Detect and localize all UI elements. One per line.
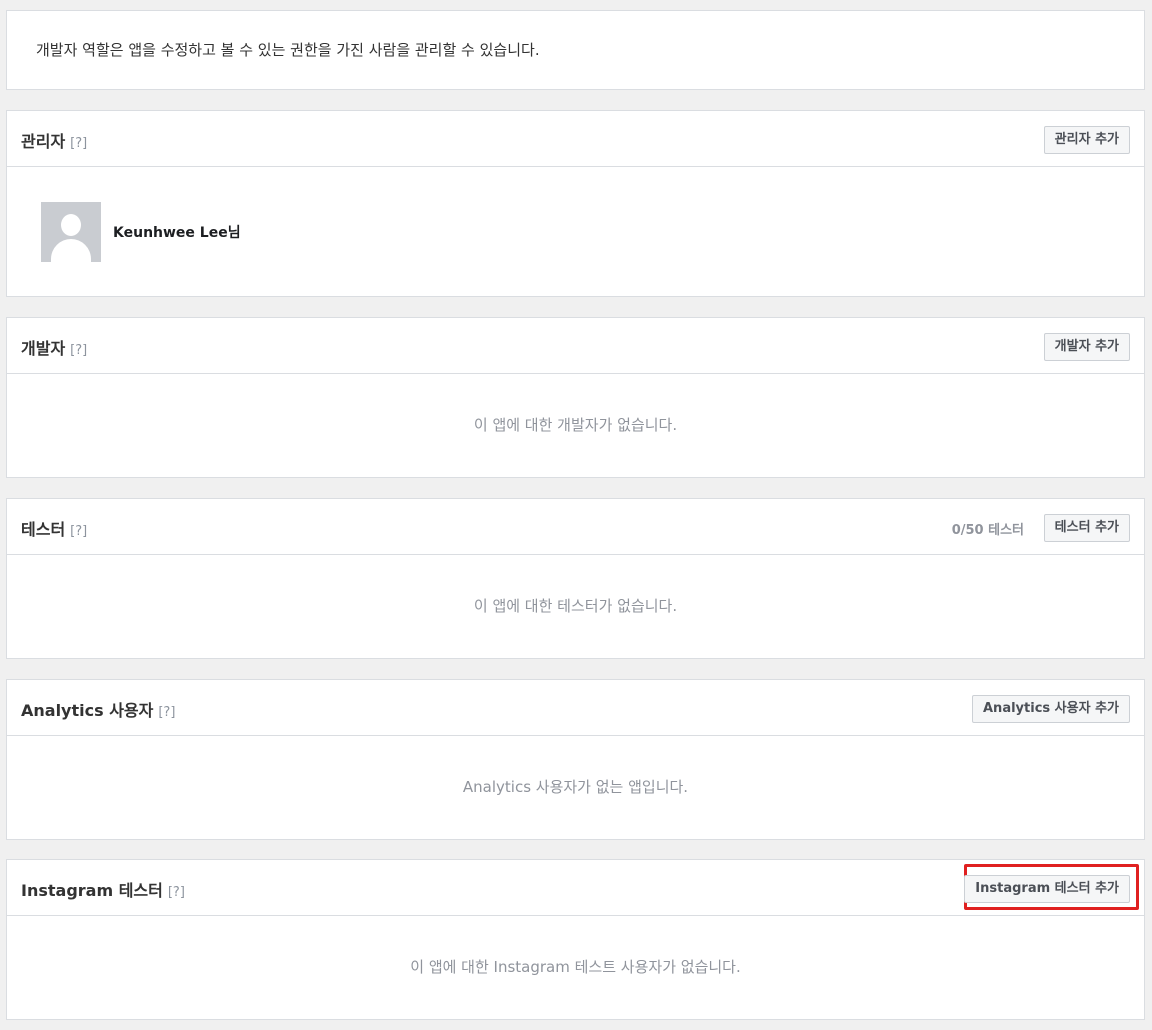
testers-help-link[interactable]: [?]	[70, 524, 87, 539]
intro-text: 개발자 역할은 앱을 수정하고 볼 수 있는 권한을 가진 사람을 관리할 수 …	[36, 41, 540, 59]
add-tester-button[interactable]: 테스터 추가	[1043, 514, 1130, 542]
instagram-testers-title: Instagram 테스터	[21, 881, 163, 900]
instagram-testers-header: Instagram 테스터 [?] Instagram 테스터 추가	[7, 860, 1144, 916]
admins-help-link[interactable]: [?]	[70, 136, 87, 151]
developers-empty-text: 이 앱에 대한 개발자가 없습니다.	[473, 416, 678, 434]
add-developer-button[interactable]: 개발자 추가	[1043, 333, 1130, 361]
instagram-testers-empty-text: 이 앱에 대한 Instagram 테스트 사용자가 없습니다.	[410, 958, 741, 976]
admins-header: 관리자 [?] 관리자 추가	[7, 111, 1144, 167]
add-analytics-user-button[interactable]: Analytics 사용자 추가	[972, 695, 1130, 723]
testers-header: 테스터 [?] 0/50 테스터 테스터 추가	[7, 499, 1144, 555]
testers-title: 테스터	[21, 520, 66, 539]
analytics-users-empty-text: Analytics 사용자가 없는 앱입니다.	[462, 778, 689, 796]
analytics-users-title: Analytics 사용자	[21, 701, 154, 720]
developers-help-link[interactable]: [?]	[70, 343, 87, 358]
instagram-testers-section: Instagram 테스터 [?] Instagram 테스터 추가 이 앱에 대…	[6, 859, 1145, 1020]
analytics-users-section: Analytics 사용자 [?] Analytics 사용자 추가 Analyt…	[6, 679, 1145, 840]
member-name[interactable]: Keunhwee Lee님	[113, 222, 241, 242]
developers-title: 개발자	[21, 339, 66, 358]
testers-empty-text: 이 앱에 대한 테스터가 없습니다.	[473, 597, 678, 615]
intro-panel: 개발자 역할은 앱을 수정하고 볼 수 있는 권한을 가진 사람을 관리할 수 …	[6, 10, 1145, 90]
add-instagram-tester-button[interactable]: Instagram 테스터 추가	[964, 875, 1130, 903]
analytics-users-help-link[interactable]: [?]	[158, 705, 175, 720]
avatar[interactable]	[41, 202, 101, 262]
member-item[interactable]: Keunhwee Lee님	[41, 202, 241, 262]
testers-section: 테스터 [?] 0/50 테스터 테스터 추가 이 앱에 대한 테스터가 없습니다…	[6, 498, 1145, 659]
developers-header: 개발자 [?] 개발자 추가	[7, 318, 1144, 374]
admins-body: Keunhwee Lee님	[7, 167, 1144, 296]
avatar-placeholder-icon	[61, 214, 81, 236]
admins-title: 관리자	[21, 132, 66, 151]
developers-section: 개발자 [?] 개발자 추가 이 앱에 대한 개발자가 없습니다.	[6, 317, 1145, 478]
analytics-users-header: Analytics 사용자 [?] Analytics 사용자 추가	[7, 680, 1144, 736]
instagram-testers-help-link[interactable]: [?]	[168, 885, 185, 900]
add-admin-button[interactable]: 관리자 추가	[1043, 126, 1130, 154]
tester-count: 0/50 테스터	[951, 523, 1024, 538]
admins-section: 관리자 [?] 관리자 추가 Keunhwee Lee님	[6, 110, 1145, 297]
